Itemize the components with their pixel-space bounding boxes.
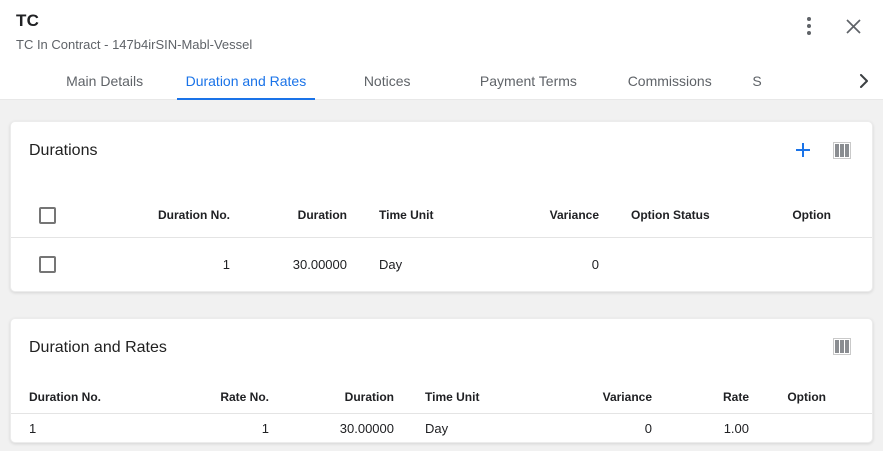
header-actions: [799, 16, 863, 36]
chevron-right-icon[interactable]: [845, 62, 883, 99]
durations-actions: [794, 141, 851, 159]
col-option: Option: [749, 381, 872, 413]
durations-card-header: Durations: [11, 122, 872, 163]
duration-and-rates-header-row: Duration No. Rate No. Duration Time Unit…: [11, 381, 872, 413]
cell-variance: 0: [571, 413, 652, 443]
add-duration-icon[interactable]: [794, 141, 812, 159]
cell-duration-no: 1: [81, 237, 230, 292]
col-option: Option: [781, 194, 872, 237]
col-variance: Variance: [517, 194, 599, 237]
tab-commissions[interactable]: Commissions: [599, 62, 740, 100]
durations-header-row: Duration No. Duration Time Unit Variance…: [11, 194, 872, 237]
cell-time-unit: Day: [347, 237, 517, 292]
content-area: Durations Dur: [0, 100, 883, 451]
durations-table: Duration No. Duration Time Unit Variance…: [11, 194, 872, 292]
col-variance: Variance: [571, 381, 652, 413]
cell-variance: 0: [517, 237, 599, 292]
durations-title: Durations: [29, 139, 97, 163]
col-time-unit: Time Unit: [394, 381, 571, 413]
cell-option: [781, 237, 872, 292]
col-duration-no: Duration No.: [81, 194, 230, 237]
dialog-subtitle: TC In Contract - 147b4irSIN-Mabl-Vessel: [16, 36, 883, 54]
columns-icon[interactable]: [833, 142, 851, 159]
col-duration: Duration: [230, 194, 347, 237]
tab-main-details[interactable]: Main Details: [34, 62, 175, 100]
durations-row[interactable]: 1 30.00000 Day 0: [11, 237, 872, 292]
tc-dialog: TC TC In Contract - 147b4irSIN-Mabl-Vess…: [0, 0, 883, 451]
tab-duration-and-rates[interactable]: Duration and Rates: [175, 62, 316, 100]
select-all-checkbox[interactable]: [39, 207, 56, 224]
cell-option-status: [599, 237, 781, 292]
cell-duration-no: 1: [11, 413, 171, 443]
dialog-header: TC TC In Contract - 147b4irSIN-Mabl-Vess…: [0, 0, 883, 62]
col-time-unit: Time Unit: [347, 194, 517, 237]
more-options-icon[interactable]: [799, 16, 819, 36]
tab-bar: Main Details Duration and Rates Notices …: [0, 62, 883, 100]
col-rate: Rate: [652, 381, 749, 413]
close-icon[interactable]: [843, 16, 863, 36]
row-select-checkbox[interactable]: [39, 256, 56, 273]
tab-payment-terms[interactable]: Payment Terms: [458, 62, 599, 100]
columns-icon[interactable]: [833, 338, 851, 355]
duration-and-rates-row[interactable]: 1 1 30.00000 Day 0 1.00: [11, 413, 872, 443]
durations-card: Durations Dur: [10, 121, 873, 292]
col-option-status: Option Status: [599, 194, 781, 237]
col-rate-no: Rate No.: [171, 381, 269, 413]
col-duration-no: Duration No.: [11, 381, 171, 413]
dialog-title: TC: [16, 9, 883, 33]
cell-rate-no: 1: [171, 413, 269, 443]
duration-and-rates-card: Duration and Rates Duration No. Rate No.: [10, 318, 873, 443]
duration-and-rates-table: Duration No. Rate No. Duration Time Unit…: [11, 381, 872, 443]
col-duration: Duration: [269, 381, 394, 413]
duration-and-rates-title: Duration and Rates: [29, 336, 167, 360]
duration-and-rates-actions: [833, 338, 851, 355]
cell-rate: 1.00: [652, 413, 749, 443]
duration-and-rates-card-header: Duration and Rates: [11, 319, 872, 360]
tab-notices[interactable]: Notices: [317, 62, 458, 100]
cell-time-unit: Day: [394, 413, 571, 443]
cell-duration: 30.00000: [269, 413, 394, 443]
cell-option: [749, 413, 872, 443]
cell-duration: 30.00000: [230, 237, 347, 292]
